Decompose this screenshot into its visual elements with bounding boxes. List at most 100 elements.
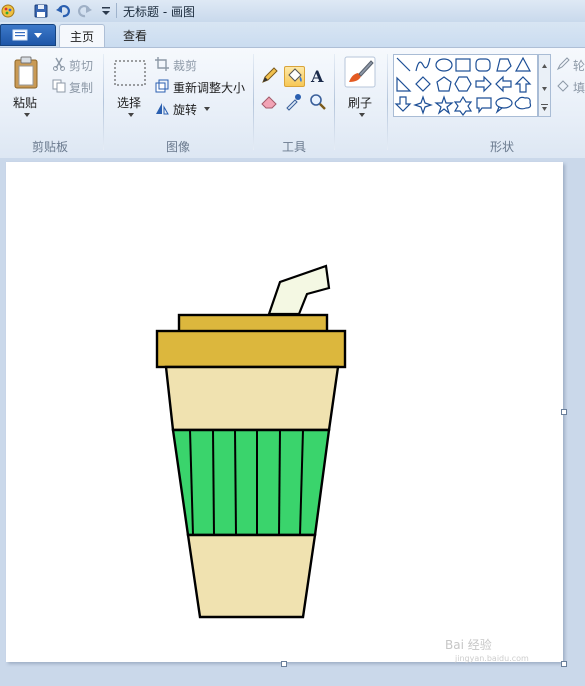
cup-sleeve <box>171 428 331 537</box>
customize-quick-access-icon[interactable] <box>98 3 114 19</box>
crop-button[interactable]: 裁剪 <box>155 56 205 74</box>
rotate-button[interactable]: 旋转 <box>155 100 215 118</box>
fill-bucket-icon <box>288 68 302 82</box>
outline-button[interactable]: 轮 <box>556 56 585 74</box>
tab-home[interactable]: 主页 <box>59 24 105 48</box>
scissors-icon <box>53 57 65 71</box>
line-shape-icon[interactable] <box>396 57 411 72</box>
six-point-star-shape-icon[interactable] <box>453 95 473 116</box>
oval-shape-icon[interactable] <box>435 58 453 72</box>
svg-text:A: A <box>310 67 324 85</box>
drawing-cup <box>155 264 347 619</box>
copy-label: 复制 <box>69 81 94 95</box>
rotate-icon <box>156 103 169 115</box>
group-separator <box>387 54 388 150</box>
drawing-canvas[interactable] <box>6 162 563 662</box>
canvas-resize-handle-bottom[interactable] <box>281 661 287 667</box>
sleeve-stripe <box>234 429 237 536</box>
copy-button[interactable]: 复制 <box>52 78 100 96</box>
fill-tool[interactable] <box>284 66 305 87</box>
redo-icon[interactable] <box>77 3 93 19</box>
curve-shape-icon[interactable] <box>415 57 431 72</box>
paste-label: 粘贴 <box>13 96 38 110</box>
scroll-down-icon <box>542 87 547 91</box>
left-arrow-shape-icon[interactable] <box>495 75 512 93</box>
chevron-down-icon <box>24 113 30 117</box>
file-menu-button[interactable] <box>0 24 56 46</box>
save-icon[interactable] <box>33 3 49 19</box>
clipboard-group-label: 剪贴板 <box>32 140 69 154</box>
watermark-subtext: jingyan.baidu.com <box>455 654 529 663</box>
group-separator <box>253 54 254 150</box>
canvas-resize-handle-corner[interactable] <box>561 661 567 667</box>
right-triangle-shape-icon[interactable] <box>396 76 412 92</box>
color-picker-tool[interactable] <box>284 92 305 113</box>
magnifier-tool[interactable] <box>308 92 329 113</box>
triangle-shape-icon[interactable] <box>514 56 532 72</box>
brushes-label: 刷子 <box>348 96 373 110</box>
five-point-star-shape-icon[interactable] <box>434 95 454 115</box>
chevron-down-icon <box>128 113 134 117</box>
up-arrow-shape-icon[interactable] <box>514 76 532 93</box>
eraser-tool[interactable] <box>260 92 281 113</box>
down-arrow-shape-icon[interactable] <box>394 96 412 112</box>
hexagon-shape-icon[interactable] <box>454 76 472 92</box>
cup-lid-band <box>155 329 347 369</box>
text-tool[interactable]: A <box>308 66 329 87</box>
rotate-label: 旋转 <box>173 103 198 117</box>
paste-button[interactable]: 粘贴 <box>8 54 44 126</box>
group-separator <box>334 54 335 150</box>
magnifier-icon <box>310 94 326 110</box>
select-rectangle-icon <box>114 60 146 86</box>
cup-upper-body <box>164 365 340 432</box>
select-button[interactable]: 选择 <box>111 54 149 126</box>
resize-label: 重新调整大小 <box>173 81 246 95</box>
right-arrow-shape-icon[interactable] <box>475 75 492 93</box>
four-point-star-shape-icon[interactable] <box>413 95 433 115</box>
fill-label: 填 <box>573 81 585 95</box>
file-menu-icon <box>12 29 42 41</box>
rounded-rectangle-shape-icon[interactable] <box>475 58 491 72</box>
resize-button[interactable]: 重新调整大小 <box>155 78 250 96</box>
chevron-down-icon <box>204 107 210 111</box>
shapes-gallery-grid <box>394 56 532 116</box>
shapes-gallery <box>393 54 538 117</box>
cut-label: 剪切 <box>69 59 94 73</box>
eyedropper-icon <box>286 94 301 111</box>
cup-lower-body <box>186 533 317 619</box>
image-group-label: 图像 <box>166 140 191 154</box>
cut-button[interactable]: 剪切 <box>52 56 100 74</box>
paint-app-icon <box>1 4 15 18</box>
resize-icon <box>155 79 169 93</box>
paste-icon <box>14 56 38 89</box>
select-label: 选择 <box>117 96 142 110</box>
shapes-scrollbar[interactable] <box>538 54 551 117</box>
gallery-expand-icon <box>542 107 547 111</box>
cloud-callout-shape-icon[interactable] <box>514 96 532 110</box>
eraser-icon <box>261 96 277 109</box>
shapes-scroll-arrows <box>541 64 548 111</box>
sleeve-stripe <box>278 429 281 536</box>
brush-icon <box>344 56 376 88</box>
canvas-resize-handle-right[interactable] <box>561 409 567 415</box>
tools-group-label: 工具 <box>282 140 307 154</box>
rounded-callout-shape-icon[interactable] <box>476 97 492 114</box>
oval-callout-shape-icon[interactable] <box>495 97 513 114</box>
sleeve-stripe <box>212 429 215 536</box>
pencil-tool[interactable] <box>260 66 281 87</box>
outline-icon <box>556 57 570 71</box>
fill-button[interactable]: 填 <box>556 78 585 96</box>
undo-icon[interactable] <box>55 3 71 19</box>
watermark-text: Bai 经验 <box>445 638 492 652</box>
pentagon-shape-icon[interactable] <box>436 76 452 92</box>
copy-icon <box>52 79 66 93</box>
shape-fill-icon <box>557 80 569 92</box>
brushes-button[interactable]: 刷子 <box>342 54 380 126</box>
tab-view[interactable]: 查看 <box>112 24 158 48</box>
scroll-up-icon <box>542 64 547 68</box>
rectangle-shape-icon[interactable] <box>455 58 471 72</box>
polygon-shape-icon[interactable] <box>496 58 512 72</box>
diamond-shape-icon[interactable] <box>415 76 431 92</box>
window-title: 无标题 - 画图 <box>123 5 195 19</box>
cup-lid-top <box>177 313 329 334</box>
